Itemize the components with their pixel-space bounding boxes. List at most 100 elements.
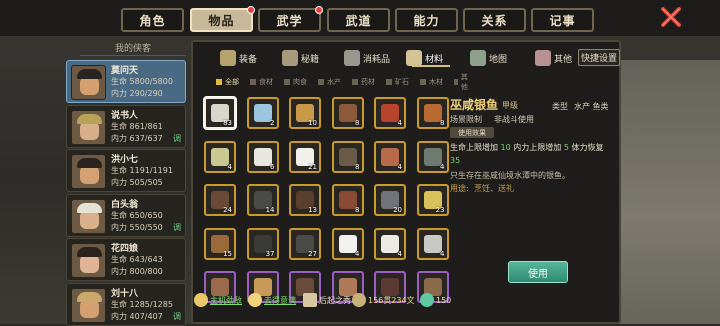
inventory-slot[interactable]: 4	[204, 140, 236, 173]
member-hp: 生命 1285/1285	[111, 299, 173, 309]
filter-1[interactable]: 食材	[250, 74, 273, 90]
item-type-value: 水产 鱼类	[574, 102, 609, 111]
tab-3[interactable]: 武道	[327, 8, 390, 32]
inventory-slot[interactable]: 8	[331, 97, 364, 129]
party-member[interactable]: 说书人 生命 861/861 内力 637/637 调	[66, 104, 186, 148]
item-count: 14	[265, 206, 275, 214]
item-count: 37	[265, 249, 275, 258]
filter-0[interactable]: 全部	[216, 74, 239, 90]
inventory-slot[interactable]: 24	[204, 184, 236, 216]
item-count: 10	[308, 119, 317, 127]
category-tab-1[interactable]: 秘籍	[282, 46, 319, 70]
tab-6[interactable]: 记事	[531, 8, 594, 32]
item-count: 21	[308, 162, 317, 171]
tab-label: 关系	[481, 13, 508, 28]
category-label: 装备	[239, 54, 258, 65]
buff-icon	[194, 293, 208, 307]
tab-4[interactable]: 能力	[395, 8, 458, 32]
member-tag: 调	[173, 311, 181, 321]
inventory-slot[interactable]: 23	[416, 184, 449, 216]
tab-label: 能力	[413, 13, 440, 28]
inventory-slot[interactable]: 6	[246, 140, 279, 173]
party-member[interactable]: 莫问天 生命 5800/5800 内力 290/290	[66, 60, 186, 103]
filter-4[interactable]: 药材	[352, 74, 375, 90]
member-tag: 调	[173, 133, 181, 143]
bottom-item-2[interactable]: 去得意满	[248, 292, 296, 308]
category-tab-0[interactable]: 装备	[220, 46, 257, 70]
party-member[interactable]: 花四娘 生命 643/643 内力 800/800	[66, 238, 186, 281]
gem-value: 150	[436, 295, 452, 305]
filter-3[interactable]: 水产	[318, 74, 341, 90]
member-name: 洪小七	[111, 155, 139, 165]
inventory-slot[interactable]: 10	[289, 97, 321, 129]
tab-5[interactable]: 关系	[463, 8, 526, 32]
item-count: 4	[397, 249, 402, 258]
effect-hp-value: 10	[500, 143, 511, 152]
inventory-slot[interactable]: 21	[289, 140, 321, 173]
close-icon	[661, 7, 681, 27]
filter-5[interactable]: 矿石	[386, 74, 409, 90]
filter-7[interactable]: 其他	[454, 73, 470, 91]
item-icon	[211, 147, 229, 166]
item-count: 23	[435, 206, 445, 214]
filter-2[interactable]: 肉食	[284, 74, 307, 90]
use-button[interactable]: 使用	[508, 261, 568, 283]
inventory-slot[interactable]: 4	[416, 140, 449, 173]
inventory-slot[interactable]: 4	[374, 140, 406, 173]
party-member[interactable]: 刘十八 生命 1285/1285 内力 407/407 调	[66, 282, 186, 326]
inventory-slot[interactable]: 4	[374, 97, 406, 129]
member-tag: 调	[173, 222, 181, 232]
bottom-item-1[interactable]: 主机劲敌	[194, 292, 242, 308]
inventory-slot[interactable]: 14	[246, 184, 279, 216]
category-tab-5[interactable]: 其他	[535, 46, 572, 70]
category-tab-2[interactable]: 消耗品	[344, 46, 390, 70]
avatar	[71, 287, 106, 323]
scene-restrict-label: 场景限制	[450, 115, 482, 124]
inventory-slot[interactable]: 4	[374, 227, 406, 260]
inventory-slot[interactable]: 15	[204, 227, 236, 260]
item-name: 巫咸银鱼	[450, 98, 499, 112]
close-button[interactable]	[658, 4, 684, 30]
tab-label: 武学	[276, 13, 303, 28]
inventory-slot[interactable]: 8	[416, 97, 449, 129]
item-icon	[381, 147, 399, 166]
item-count: 15	[223, 249, 232, 258]
member-name: 花四娘	[111, 244, 139, 254]
bottom-item-3[interactable]: 后起之秀	[303, 292, 351, 308]
filter-checkbox	[454, 79, 458, 85]
inventory-slot[interactable]: 8	[331, 140, 364, 173]
tab-label: 角色	[139, 13, 166, 28]
tab-2[interactable]: 武学	[258, 6, 323, 32]
inventory-slot[interactable]: 4	[331, 227, 364, 260]
tab-0[interactable]: 角色	[121, 8, 184, 32]
inventory-slot[interactable]: 4	[416, 227, 449, 260]
inventory-slot[interactable]: 20	[374, 184, 406, 216]
party-member[interactable]: 洪小七 生命 1191/1191 内力 505/505	[66, 149, 186, 192]
item-count: 2	[270, 119, 275, 127]
tab-label: 记事	[549, 13, 576, 28]
filter-label: 矿石	[395, 78, 409, 86]
tab-1[interactable]: 物品	[190, 6, 255, 32]
inventory-slot[interactable]: 27	[289, 227, 321, 260]
item-use-value: 烹饪、送礼	[474, 184, 514, 193]
item-icon	[338, 234, 357, 253]
inventory-slot[interactable]: 13	[289, 184, 321, 216]
effect-badge: 使用效果	[450, 127, 494, 138]
item-count: 8	[355, 119, 360, 127]
inventory-slot[interactable]: 37	[246, 227, 279, 260]
item-count: 4	[397, 162, 402, 171]
category-tab-4[interactable]: 地图	[470, 46, 507, 70]
inventory-slot[interactable]: 8	[331, 184, 364, 216]
member-hp: 生命 5800/5800	[111, 77, 173, 86]
title-icon	[303, 293, 317, 307]
effect-stamina-value: 35	[450, 156, 461, 165]
quick-settings-button[interactable]: 快捷设置	[578, 49, 620, 66]
effect-mp-value: 5	[563, 143, 569, 152]
party-member[interactable]: 白头翁 生命 650/650 内力 550/550 调	[66, 193, 186, 237]
inventory-slot[interactable]: 83	[204, 97, 236, 129]
filter-6[interactable]: 木材	[420, 74, 443, 90]
inventory-slot[interactable]: 2	[246, 97, 279, 129]
avatar	[71, 198, 106, 234]
bottom-item-2-label: 去得意满	[264, 295, 296, 305]
member-name: 莫问天	[111, 66, 139, 76]
